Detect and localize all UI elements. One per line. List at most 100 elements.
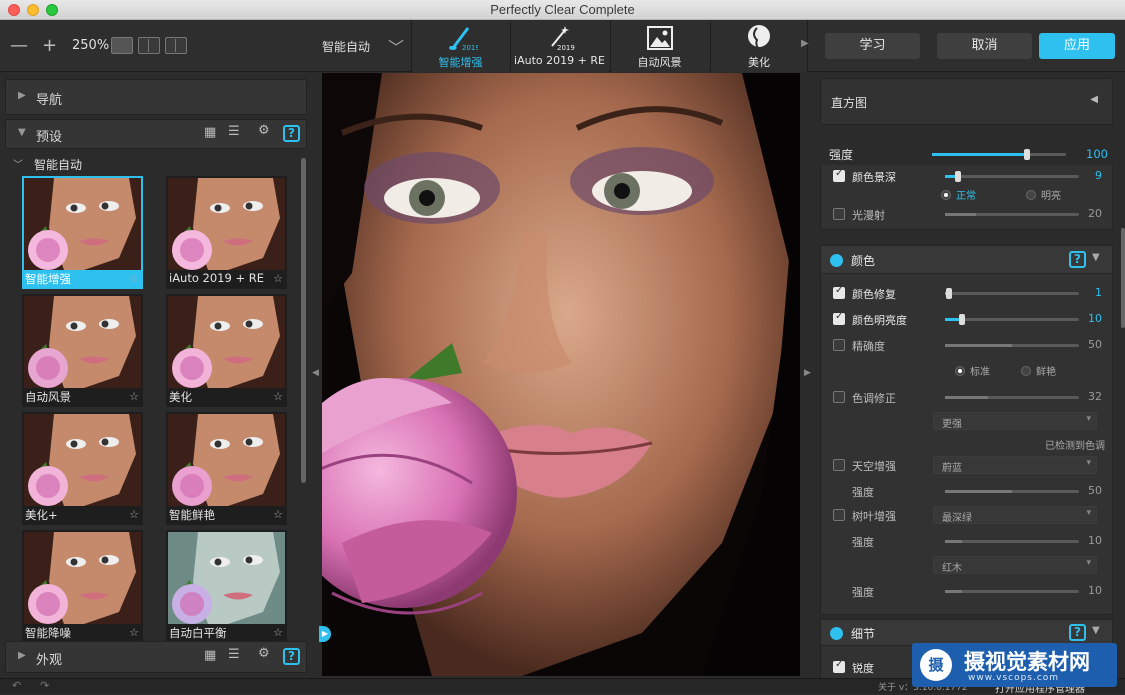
cancel-button[interactable]: 取消 [937, 33, 1032, 59]
accuracy-checkbox[interactable] [833, 339, 845, 351]
wood-strength-row: 强度 10 [833, 582, 1102, 600]
preset-preview-image [24, 178, 141, 270]
favorite-star-icon[interactable]: ☆ [129, 508, 139, 521]
section-enabled-dot-icon[interactable] [830, 254, 843, 267]
color-section-header[interactable]: 颜色 ? ▼ [821, 246, 1112, 274]
favorite-star-icon[interactable]: ☆ [273, 508, 283, 521]
preset-thumbnail[interactable]: 智能降噪 ☆ [22, 530, 143, 643]
sky-strength-slider[interactable] [945, 490, 1079, 493]
grid-view-icon[interactable]: ▦ [204, 648, 216, 663]
tab-auto-landscape[interactable]: 自动风景 [610, 20, 708, 72]
single-view-button[interactable] [111, 37, 133, 54]
color-depth-checkbox[interactable] [833, 168, 845, 182]
side-by-side-view-button[interactable] [165, 37, 187, 54]
section-enabled-dot-icon[interactable] [830, 627, 843, 640]
tab-beautify[interactable]: 美化 [710, 20, 808, 72]
wood-dropdown[interactable]: 红木 [933, 556, 1097, 574]
collapse-left-panel-icon[interactable]: ◀ [312, 368, 319, 378]
preset-preview-image [168, 296, 285, 388]
list-view-icon[interactable]: ☰ [228, 647, 240, 662]
collapse-arrow-icon[interactable]: ▼ [1092, 252, 1100, 263]
preset-label: iAuto 2019 + RE [169, 271, 265, 285]
sky-dropdown[interactable]: 蔚蓝 [933, 456, 1097, 474]
color-brightness-slider[interactable] [945, 314, 1079, 325]
preset-label: 智能鲜艳 [169, 508, 215, 522]
sky-strength-row: 强度 50 [833, 482, 1102, 500]
tone-dropdown[interactable]: 更强 [933, 412, 1097, 430]
color-help-icon[interactable]: ? [1069, 251, 1086, 268]
radio-normal-label: 正常 [956, 191, 976, 202]
preset-selector[interactable]: 智能自动 [322, 38, 370, 55]
presets-scrollbar[interactable] [301, 158, 306, 483]
preset-thumbnail[interactable]: 智能鲜艳 ☆ [166, 412, 287, 525]
collapse-arrow-icon[interactable]: ▼ [1092, 625, 1100, 636]
portrait-photo [322, 73, 800, 676]
preset-thumbnail[interactable]: 美化 ☆ [166, 294, 287, 407]
undo-icon[interactable]: ↶ [12, 679, 21, 692]
color-repair-slider[interactable] [945, 288, 1079, 299]
sky-enhance-checkbox[interactable] [833, 459, 845, 471]
tone-correction-checkbox[interactable] [833, 391, 845, 403]
collapse-right-panel-icon[interactable]: ▶ [804, 368, 811, 378]
preset-thumbnail[interactable]: iAuto 2019 + RE ☆ [166, 176, 287, 289]
split-view-button[interactable] [138, 37, 160, 54]
group-collapse-icon[interactable]: ﹀ [13, 156, 23, 171]
detail-help-icon[interactable]: ? [1069, 624, 1086, 641]
foliage-strength-slider[interactable] [945, 540, 1079, 543]
color-repair-row: 颜色修复 1 [833, 284, 1102, 302]
sharpen-checkbox[interactable] [833, 659, 845, 673]
preset-thumbnail[interactable]: 自动白平衡 ☆ [166, 530, 287, 643]
appearance-help-icon[interactable]: ? [283, 648, 300, 665]
grid-view-icon[interactable]: ▦ [204, 125, 216, 140]
light-diffusion-label: 光漫射 [852, 209, 885, 222]
tone-correction-slider[interactable] [945, 396, 1079, 399]
light-diffusion-checkbox[interactable] [833, 208, 845, 220]
photo-canvas[interactable] [322, 73, 800, 676]
wood-strength-slider[interactable] [945, 590, 1079, 593]
preset-thumbnail[interactable]: 美化+ ☆ [22, 412, 143, 525]
light-diffusion-slider[interactable] [945, 213, 1079, 216]
preset-thumbnail[interactable]: 智能增强 ☆ [22, 176, 143, 289]
color-repair-checkbox[interactable] [833, 285, 845, 299]
tab-smart-enhance[interactable]: 2019 智能增强 [411, 20, 509, 72]
list-view-icon[interactable]: ☰ [228, 124, 240, 139]
foliage-enhance-checkbox[interactable] [833, 509, 845, 521]
favorite-star-icon[interactable]: ☆ [273, 626, 283, 639]
strength-slider[interactable] [932, 149, 1066, 160]
gear-icon[interactable]: ⚙ [258, 123, 270, 138]
favorite-star-icon[interactable]: ☆ [273, 390, 283, 403]
chevron-down-icon[interactable]: ﹀ [388, 34, 404, 58]
favorite-star-icon[interactable]: ☆ [129, 272, 139, 285]
toolbar: — + 250% 智能自动 ﹀ 2019 智能增强 2019 iAuto 201… [0, 20, 1125, 72]
presets-help-icon[interactable]: ? [283, 125, 300, 142]
histogram-title: 直方图 [831, 96, 868, 110]
foliage-enhance-label: 树叶增强 [852, 510, 896, 523]
preset-thumbnail[interactable]: 自动风景 ☆ [22, 294, 143, 407]
tab-iauto[interactable]: 2019 iAuto 2019 + RE [510, 20, 608, 72]
accuracy-row: 精确度 50 [833, 336, 1102, 354]
histogram-section[interactable]: 直方图 ◀ [820, 78, 1113, 125]
redo-icon[interactable]: ↷ [40, 679, 49, 692]
favorite-star-icon[interactable]: ☆ [273, 272, 283, 285]
foliage-dropdown[interactable]: 最深绿 [933, 506, 1097, 524]
appearance-section[interactable]: ▶ 外观 ▦ ☰ ⚙ ? [5, 641, 307, 673]
zoom-out-button[interactable]: — [10, 35, 28, 56]
navigator-section[interactable]: ▶ 导航 [5, 79, 307, 115]
learn-button[interactable]: 学习 [825, 33, 920, 59]
radio-normal[interactable]: 正常 [941, 187, 976, 202]
presets-section-header[interactable]: ▼ 预设 ▦ ☰ ⚙ ? [5, 119, 307, 149]
favorite-star-icon[interactable]: ☆ [129, 390, 139, 403]
wand-2019-icon: 2019 [511, 24, 608, 52]
right-panel-scrollbar[interactable] [1121, 228, 1125, 328]
apply-button[interactable]: 应用 [1039, 33, 1115, 59]
radio-standard[interactable]: 标准 [955, 363, 990, 378]
color-brightness-checkbox[interactable] [833, 311, 845, 325]
gear-icon[interactable]: ⚙ [258, 646, 270, 661]
favorite-star-icon[interactable]: ☆ [129, 626, 139, 639]
radio-vivid[interactable]: 鲜艳 [1021, 363, 1056, 378]
accuracy-slider[interactable] [945, 344, 1079, 347]
color-depth-slider[interactable] [945, 171, 1079, 182]
radio-bright[interactable]: 明亮 [1026, 187, 1061, 202]
tabs-scroll-right-icon[interactable]: ▶ [801, 38, 809, 49]
zoom-in-button[interactable]: + [42, 35, 57, 56]
